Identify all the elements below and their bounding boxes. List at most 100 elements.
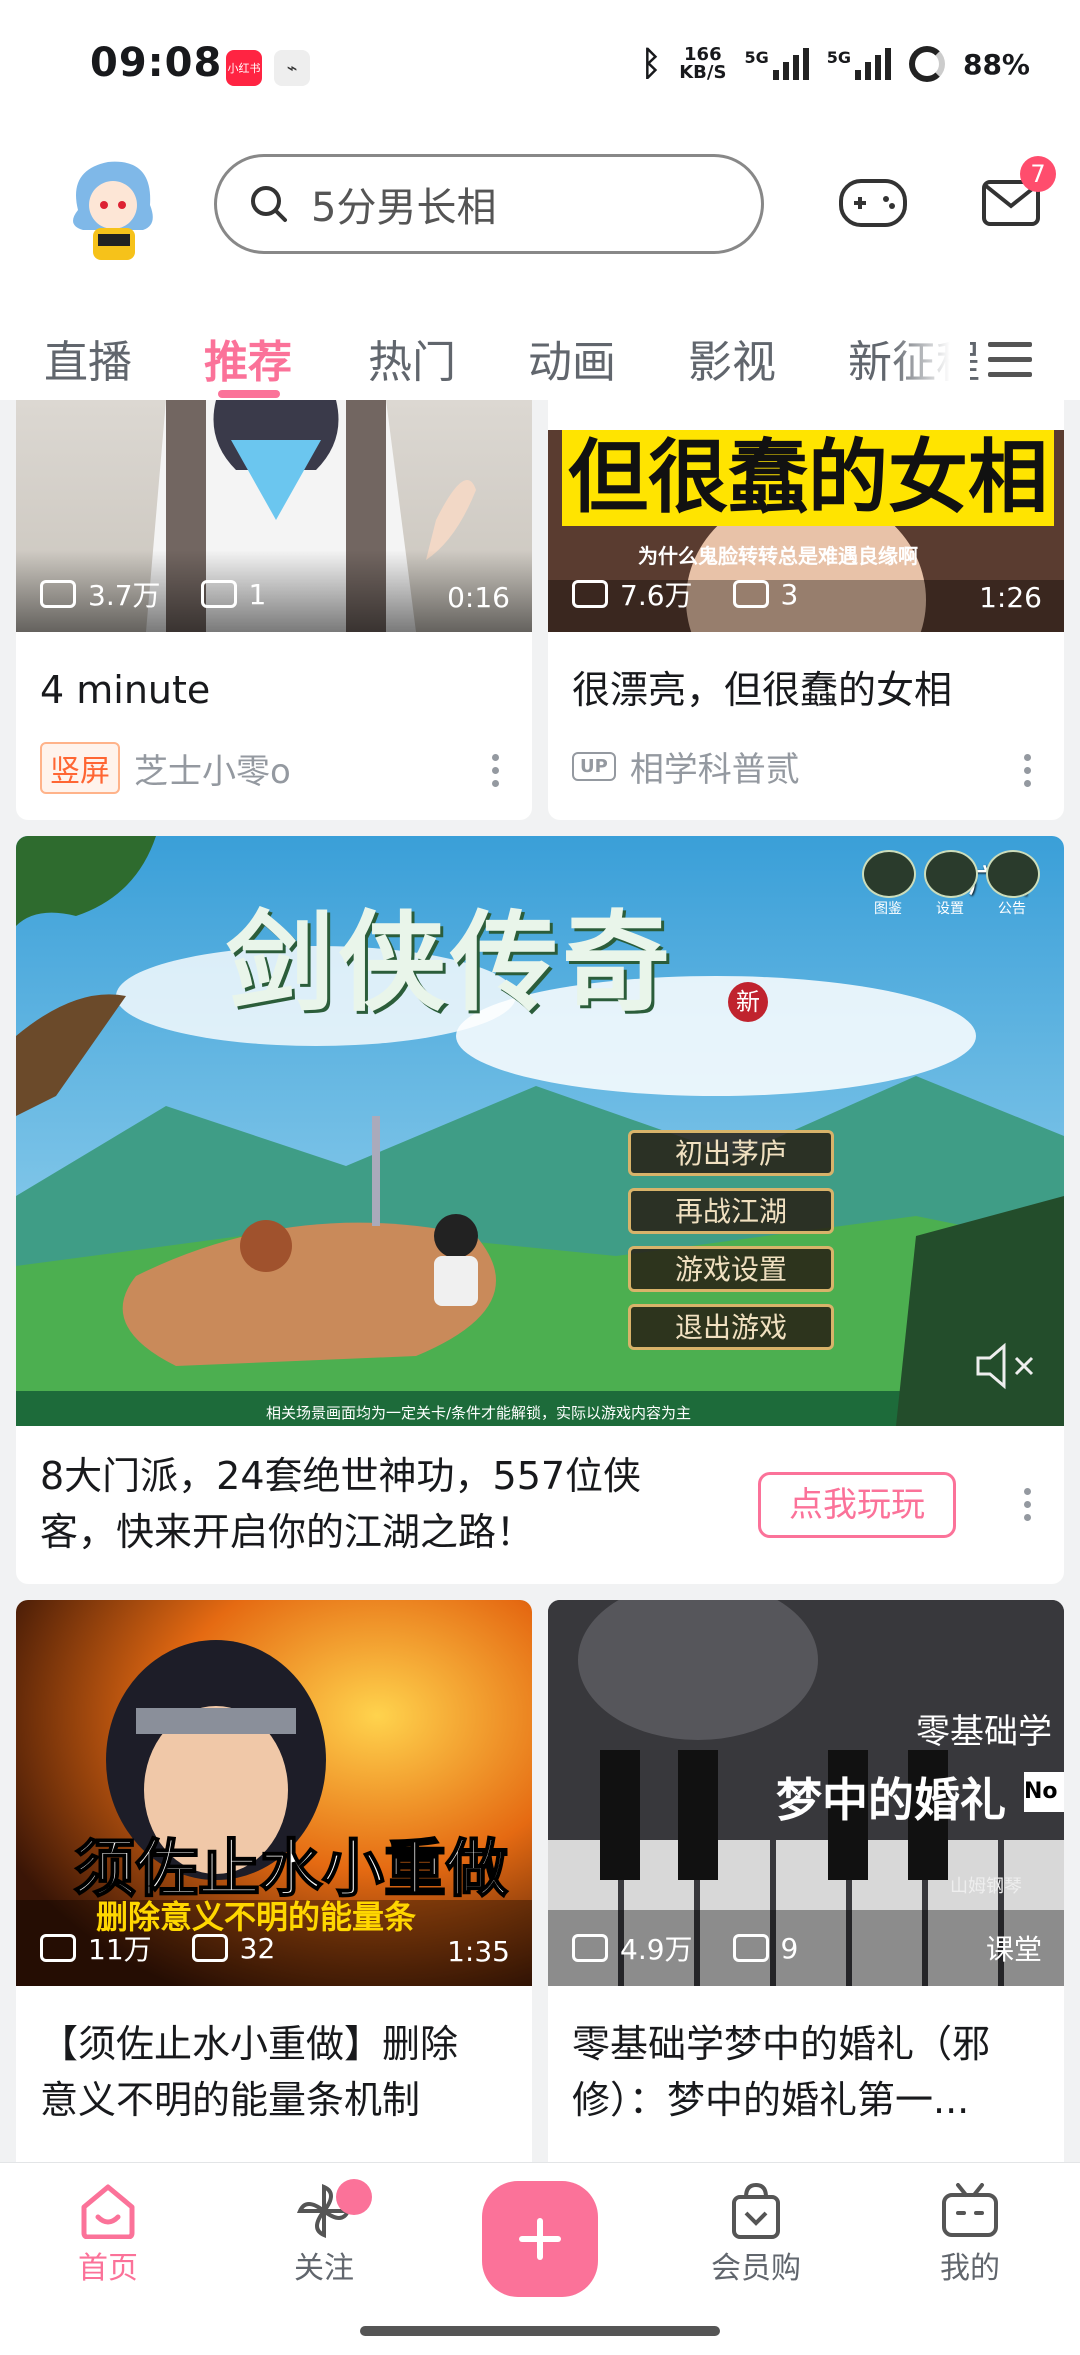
thumbnail-caption: 但很蠢的女相 [562, 430, 1054, 526]
mute-icon[interactable] [974, 1342, 1038, 1390]
play-now-button[interactable]: 点我玩玩 [758, 1472, 956, 1538]
game-menu-exit: 退出游戏 [628, 1304, 834, 1350]
more-options-icon[interactable] [1024, 1488, 1032, 1527]
up-badge: UP [572, 752, 616, 781]
game-menu-settings: 游戏设置 [628, 1246, 834, 1292]
nav-follow[interactable]: 关注 [254, 2179, 394, 2287]
status-time: 09:08 [90, 40, 223, 86]
publish-button[interactable] [482, 2181, 598, 2297]
comment-count: 9 [780, 1931, 799, 1965]
menu-icon[interactable] [988, 340, 1032, 380]
video-thumbnail: 零基础学 梦中的婚礼 No 山姆钢琴 4.9万 9 课堂 [548, 1600, 1064, 1986]
game-icon-notice: 公告 [986, 850, 1040, 918]
comment-count: 32 [239, 1931, 276, 1965]
nav-mine[interactable]: 我的 [900, 2183, 1040, 2287]
nav-home[interactable]: 首页 [38, 2183, 178, 2287]
nav-follow-label: 关注 [294, 2251, 354, 2286]
video-thumbnail: 但很蠢的女相 为什么鬼脸转转总是难遇良缘啊 7.6万 3 1:26 [548, 400, 1064, 632]
nav-member-shop-label: 会员购 [711, 2251, 801, 2286]
game-icon-settings: 设置 [924, 850, 978, 918]
tv-icon [942, 2183, 998, 2237]
thumbnail-subcaption: 为什么鬼脸转转总是难遇良缘啊 [638, 544, 918, 568]
play-count-icon [572, 580, 608, 608]
search-bar[interactable]: 5分男长相 [214, 154, 764, 254]
video-author: 相学科普贰 [629, 750, 800, 790]
video-duration: 1:26 [979, 581, 1042, 614]
nav-home-label: 首页 [78, 2251, 138, 2286]
ad-disclaimer: 相关场景画面均为一定关卡/条件才能解锁，实际以游戏内容为主 [266, 1404, 692, 1422]
battery-level: 88% [962, 47, 1030, 81]
tab-hot[interactable]: 热门 [368, 326, 456, 390]
game-icon-codex: 图鉴 [862, 850, 916, 918]
view-count: 4.9万 [620, 1933, 693, 1966]
nav-member-shop[interactable]: 会员购 [686, 2183, 826, 2287]
video-card[interactable]: 3.7万 1 0:16 4 minute 竖屏 芝士小零o [16, 400, 532, 820]
video-thumbnail: 3.7万 1 0:16 [16, 400, 532, 632]
tab-live[interactable]: 直播 [44, 326, 132, 390]
follow-live-badge [336, 2179, 372, 2215]
danmaku-count-icon [191, 1934, 228, 1962]
play-count-icon [572, 1934, 608, 1962]
nav-mine-label: 我的 [940, 2251, 1000, 2286]
new-badge: 新 [728, 982, 768, 1022]
thumbnail-caption-main: 梦中的婚礼 [776, 1773, 1006, 1827]
gesture-home-bar[interactable] [360, 2326, 720, 2336]
vertical-tag: 竖屏 [40, 742, 120, 794]
danmaku-count-icon [200, 580, 237, 608]
game-logo: 剑侠传奇 [226, 900, 675, 1026]
bluetooth-icon: ᛒ [640, 44, 662, 84]
video-title: 4 minute [40, 668, 211, 712]
game-controller-icon[interactable] [838, 178, 908, 228]
video-card[interactable]: 须佐止水小重做 删除意义不明的能量条 11万 32 1:35 【须佐止水小重做】… [16, 1600, 532, 2162]
comment-count: 3 [780, 577, 799, 611]
video-card[interactable]: 但很蠢的女相 为什么鬼脸转转总是难遇良缘啊 7.6万 3 1:26 很漂亮，但很… [548, 400, 1064, 820]
thumbnail-watermark: 山姆钢琴 [950, 1876, 1022, 1897]
game-menu-continue: 再战江湖 [628, 1188, 834, 1234]
more-options-icon[interactable] [492, 754, 500, 793]
plus-icon [519, 2218, 561, 2260]
active-tab-indicator [218, 390, 280, 398]
signal-icon-2: 5G [827, 48, 891, 80]
home-icon [81, 2184, 135, 2239]
signal-icon-1: 5G [744, 48, 809, 80]
video-title: 【须佐止水小重做】删除 意义不明的能量条机制 [40, 2022, 459, 2122]
game-menu-start: 初出茅庐 [628, 1130, 834, 1176]
play-count-icon [40, 580, 76, 608]
notification-app-icon: ⌁ [274, 50, 310, 86]
top-header: 5分男长相 7 直播 推荐 热门 动画 影视 新征程 [0, 140, 1080, 400]
category-tabs: 直播 推荐 热门 动画 影视 新征程 [0, 310, 1080, 400]
play-count-icon [40, 1934, 76, 1962]
more-options-icon[interactable] [1024, 754, 1032, 793]
video-title: 很漂亮，但很蠢的女相 [572, 668, 953, 712]
shopping-bag-icon [732, 2183, 780, 2239]
mail-badge: 7 [1020, 156, 1056, 192]
danmaku-count-icon [732, 1934, 769, 1962]
thumbnail-tag: No [1024, 1772, 1064, 1812]
video-author: 芝士小零o [134, 751, 291, 792]
ad-title: 8大门派，24套绝世神功，557位侠 客，快来开启你的江湖之路！ [40, 1454, 642, 1554]
video-thumbnail: 须佐止水小重做 删除意义不明的能量条 11万 32 1:35 [16, 1600, 532, 1986]
video-card[interactable]: 零基础学 梦中的婚礼 No 山姆钢琴 4.9万 9 课堂 零基础学梦中的婚礼（邪… [548, 1600, 1064, 2162]
search-icon [251, 186, 287, 222]
battery-icon [908, 46, 945, 82]
video-duration: 0:16 [447, 581, 510, 614]
video-title: 零基础学梦中的婚礼（邪 修）：梦中的婚礼第一... [572, 2022, 991, 2122]
view-count: 11万 [88, 1933, 152, 1966]
thumbnail-caption-top: 零基础学 [916, 1712, 1052, 1752]
tab-recommend[interactable]: 推荐 [204, 326, 292, 390]
search-placeholder: 5分男长相 [311, 185, 497, 231]
avatar[interactable] [58, 150, 168, 270]
tabs-fade [890, 310, 970, 400]
danmaku-count-icon [732, 580, 769, 608]
video-duration: 1:35 [447, 1935, 510, 1968]
network-speed: 166 KB/S [679, 44, 727, 83]
xiaohongshu-app-icon: 小红书 [226, 50, 262, 86]
status-bar: 09:08 小红书 ⌁ ᛒ 166 KB/S 5G 5G 88% [0, 0, 1080, 140]
view-count: 3.7万 [88, 579, 161, 612]
comment-count: 1 [248, 577, 267, 611]
course-label: 课堂 [985, 1933, 1042, 1966]
ad-banner: 剑侠传奇 新 广告 图鉴 设置 公告 初出茅庐 再战江湖 游戏设置 退出游戏 相… [16, 836, 1064, 1426]
tab-film[interactable]: 影视 [688, 326, 776, 390]
view-count: 7.6万 [620, 579, 693, 612]
tab-animation[interactable]: 动画 [528, 326, 616, 390]
